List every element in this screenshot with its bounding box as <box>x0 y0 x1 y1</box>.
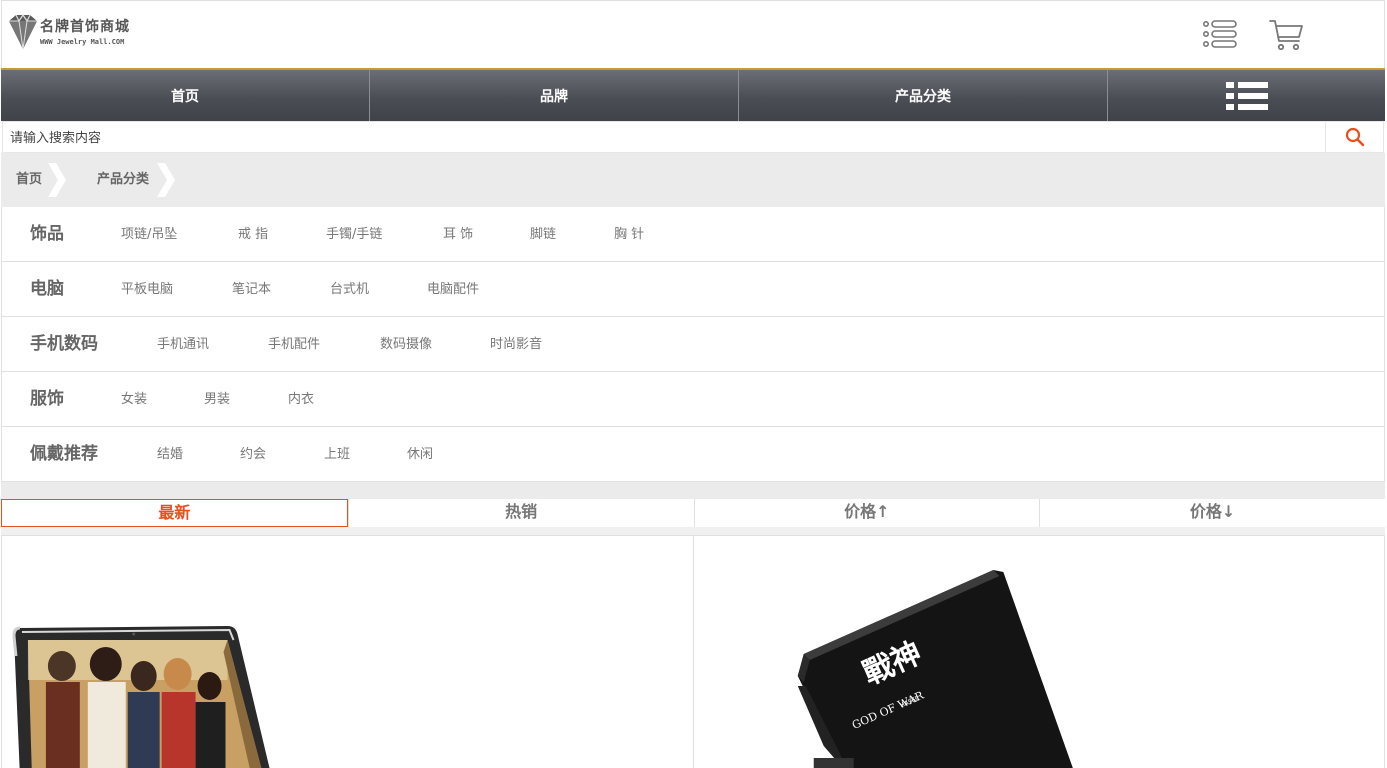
chevron-right-icon <box>157 163 175 197</box>
search-button[interactable] <box>1325 122 1383 152</box>
product-card[interactable] <box>1 536 694 768</box>
category-link[interactable]: 手镯/手链 <box>326 207 382 262</box>
site-logo[interactable]: 名牌首饰商城 WWW Jewelry Mall.COM <box>6 13 146 57</box>
search-bar <box>2 121 1384 153</box>
category-link[interactable]: 胸 针 <box>614 207 644 262</box>
nav-label: 产品分类 <box>895 88 951 105</box>
main-nav: 首页 品牌 产品分类 <box>1 68 1385 121</box>
category-link[interactable]: 时尚影音 <box>490 317 542 372</box>
laptop-photo <box>12 626 270 768</box>
breadcrumb-categories[interactable]: 产品分类 <box>97 163 149 197</box>
category-link[interactable]: 耳 饰 <box>443 207 473 262</box>
breadcrumb: 首页 产品分类 <box>1 153 1385 207</box>
section-divider <box>1 527 1385 535</box>
nav-item-home[interactable]: 首页 <box>1 70 370 121</box>
category-link[interactable]: 上班 <box>324 427 350 482</box>
sort-tab-hot[interactable]: 热销 <box>347 499 694 527</box>
logo-title: 名牌首饰商城 <box>40 19 130 35</box>
category-link[interactable]: 戒 指 <box>238 207 268 262</box>
category-title: 服饰 <box>30 389 64 409</box>
chevron-right-icon <box>48 163 66 197</box>
nav-label: 品牌 <box>540 88 568 105</box>
category-row-wear: 佩戴推荐 结婚 约会 上班 休闲 <box>2 427 1384 482</box>
logo-subtitle: WWW Jewelry Mall.COM <box>40 38 125 46</box>
category-link[interactable]: 内衣 <box>288 372 314 427</box>
category-row-computer: 电脑 平板电脑 笔记本 台式机 电脑配件 <box>2 262 1384 317</box>
product-card[interactable]: 戰神 GOD OF WAR HASEE <box>694 536 1385 768</box>
category-title: 手机数码 <box>30 334 98 354</box>
category-link[interactable]: 结婚 <box>157 427 183 482</box>
category-link[interactable]: 手机通讯 <box>157 317 209 372</box>
search-icon <box>1345 127 1364 147</box>
sort-tab-price-desc[interactable]: 价格↓ <box>1039 499 1385 527</box>
category-link[interactable]: 数码摄像 <box>380 317 432 372</box>
category-list: 饰品 项链/吊坠 戒 指 手镯/手链 耳 饰 脚链 胸 针 电脑 平板电脑 笔记… <box>1 207 1385 482</box>
list-menu-icon[interactable] <box>1202 17 1238 53</box>
search-input[interactable] <box>3 122 1325 152</box>
category-row-jewelry: 饰品 项链/吊坠 戒 指 手镯/手链 耳 饰 脚链 胸 针 <box>2 207 1384 262</box>
category-link[interactable]: 约会 <box>240 427 266 482</box>
category-link[interactable]: 台式机 <box>330 262 369 317</box>
nav-item-brand[interactable]: 品牌 <box>370 70 739 121</box>
sort-tabs: 最新 热销 价格↑ 价格↓ <box>1 499 1385 527</box>
category-title: 电脑 <box>30 279 64 299</box>
nav-more-button[interactable] <box>1108 70 1385 121</box>
category-row-digital: 手机数码 手机通讯 手机配件 数码摄像 时尚影音 <box>2 317 1384 372</box>
nav-item-categories[interactable]: 产品分类 <box>739 70 1108 121</box>
gaming-laptop-photo: 戰神 GOD OF WAR HASEE <box>797 570 1073 768</box>
shopping-cart-icon[interactable] <box>1268 17 1304 53</box>
category-row-apparel: 服饰 女装 男装 内衣 <box>2 372 1384 427</box>
category-link[interactable]: 脚链 <box>530 207 556 262</box>
category-link[interactable]: 男装 <box>204 372 230 427</box>
site-header: 名牌首饰商城 WWW Jewelry Mall.COM <box>1 0 1385 68</box>
category-link[interactable]: 手机配件 <box>268 317 320 372</box>
category-title: 佩戴推荐 <box>30 444 98 464</box>
sort-tab-newest[interactable]: 最新 <box>1 499 348 527</box>
category-title: 饰品 <box>30 224 64 244</box>
category-link[interactable]: 女装 <box>121 372 147 427</box>
sort-tab-price-asc[interactable]: 价格↑ <box>693 499 1040 527</box>
category-link[interactable]: 平板电脑 <box>121 262 173 317</box>
category-link[interactable]: 休闲 <box>407 427 433 482</box>
category-link[interactable]: 电脑配件 <box>427 262 479 317</box>
breadcrumb-home[interactable]: 首页 <box>16 163 42 197</box>
list-icon <box>1225 81 1268 110</box>
nav-label: 首页 <box>171 88 199 105</box>
category-link[interactable]: 项链/吊坠 <box>121 207 177 262</box>
section-divider <box>1 482 1385 499</box>
diamond-logo-icon <box>9 13 37 50</box>
product-grid: 戰神 GOD OF WAR HASEE <box>1 535 1385 768</box>
category-link[interactable]: 笔记本 <box>232 262 271 317</box>
